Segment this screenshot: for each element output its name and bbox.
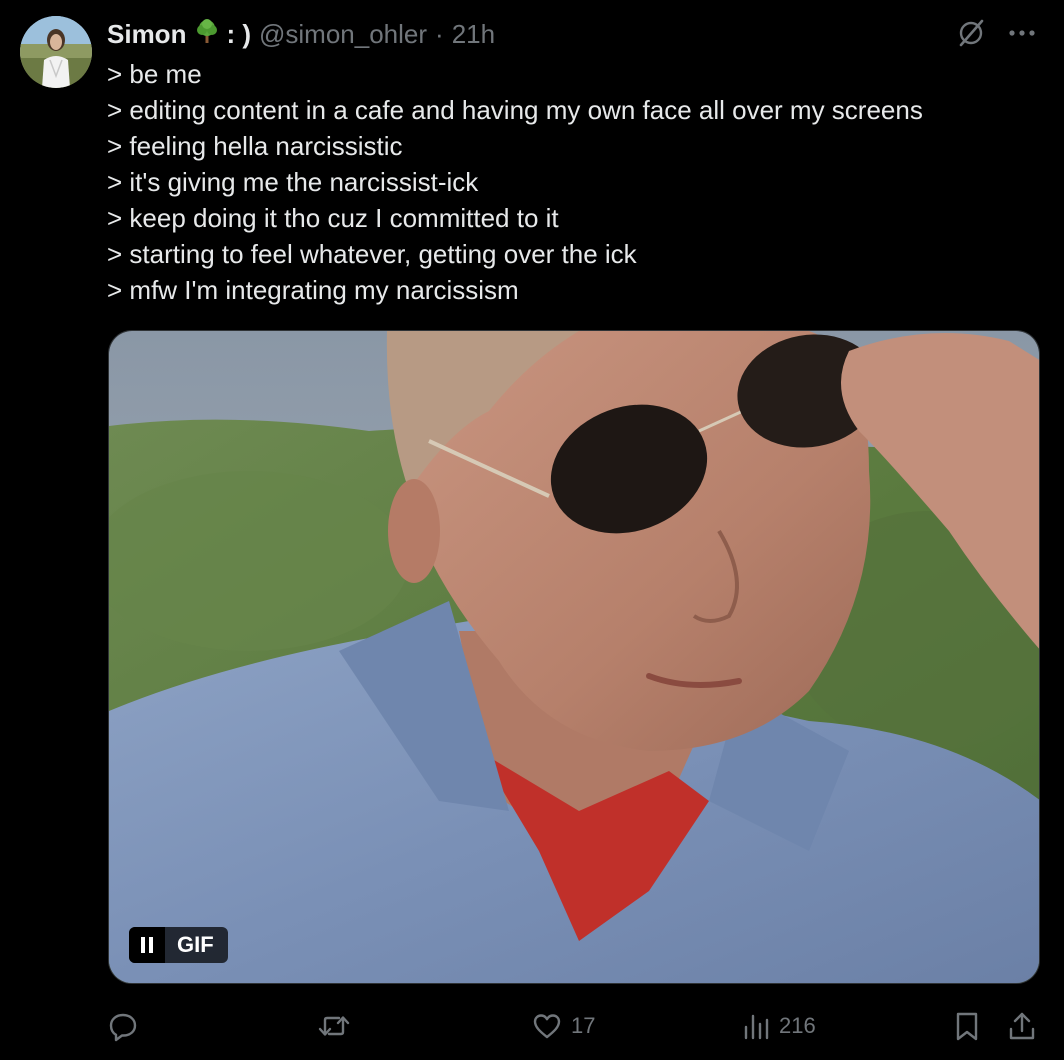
retweet-button[interactable]: [317, 1008, 351, 1044]
more-options-icon[interactable]: [1008, 29, 1036, 37]
heart-icon: [533, 1014, 561, 1039]
tweet-header: Simon : ) @simon_ohler · 21h: [107, 14, 495, 54]
tweet-text-line: > mfw I'm integrating my narcissism: [107, 275, 519, 305]
views-icon: [744, 1014, 769, 1040]
gif-frame: [109, 331, 1039, 983]
views-button[interactable]: 216: [743, 1008, 816, 1044]
reply-icon: [109, 1013, 137, 1042]
like-button[interactable]: 17: [531, 1008, 595, 1044]
action-bar: 17 216: [107, 1008, 1037, 1044]
display-name[interactable]: Simon: [107, 19, 186, 50]
top-actions: [956, 18, 1036, 48]
grok-icon[interactable]: [956, 18, 986, 48]
gif-media[interactable]: GIF: [108, 330, 1040, 984]
bookmark-button[interactable]: [953, 1008, 981, 1044]
views-count: 216: [779, 1013, 816, 1038]
separator-dot: ·: [435, 18, 444, 49]
bookmark-icon: [956, 1012, 978, 1041]
tweet-text-line: > starting to feel whatever, getting ove…: [107, 239, 637, 269]
tweet-text-line: > feeling hella narcissistic: [107, 131, 403, 161]
tweet-text-line: > editing content in a cafe and having m…: [107, 95, 923, 125]
pause-icon[interactable]: [129, 927, 165, 963]
tree-emoji-icon: [194, 18, 220, 51]
tweet-text-line: > keep doing it tho cuz I committed to i…: [107, 203, 559, 233]
post-timestamp[interactable]: 21h: [452, 19, 495, 50]
tweet[interactable]: Simon : ) @simon_ohler · 21h > be me > e…: [0, 0, 1064, 1060]
retweet-icon: [318, 1016, 350, 1036]
tweet-text-line: > it's giving me the narcissist-ick: [107, 167, 479, 197]
gif-label: GIF: [177, 932, 214, 957]
reply-button[interactable]: [107, 1008, 139, 1044]
tweet-text: > be me > editing content in a cafe and …: [107, 56, 1037, 308]
avatar[interactable]: [20, 16, 92, 88]
like-count: 17: [571, 1013, 596, 1038]
share-icon: [1009, 1012, 1035, 1040]
gif-badge[interactable]: GIF: [129, 927, 228, 963]
user-handle[interactable]: @simon_ohler: [259, 19, 427, 50]
tweet-text-line: > be me: [107, 59, 202, 89]
display-name-suffix: : ): [226, 18, 251, 49]
share-button[interactable]: [1007, 1008, 1037, 1044]
